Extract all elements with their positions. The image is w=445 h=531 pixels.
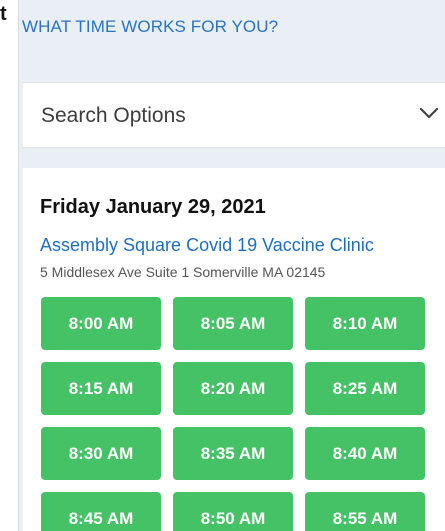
time-slot-button[interactable]: 8:05 AM: [173, 297, 293, 350]
time-slot-button[interactable]: 8:15 AM: [41, 362, 161, 415]
page: t WHAT TIME WORKS FOR YOU? Search Option…: [0, 0, 445, 531]
date-heading: Friday January 29, 2021: [40, 196, 266, 218]
time-slot-button[interactable]: 8:20 AM: [173, 362, 293, 415]
time-slot-button[interactable]: 8:35 AM: [173, 427, 293, 480]
time-slot-button[interactable]: 8:55 AM: [305, 492, 425, 531]
time-slot-grid: 8:00 AM 8:05 AM 8:10 AM 8:15 AM 8:20 AM …: [41, 297, 425, 531]
chevron-down-icon: [419, 107, 439, 119]
section-header: WHAT TIME WORKS FOR YOU?: [22, 17, 279, 36]
time-slot-button[interactable]: 8:40 AM: [305, 427, 425, 480]
availability-card: Friday January 29, 2021 Assembly Square …: [23, 168, 445, 531]
time-slot-button[interactable]: 8:25 AM: [305, 362, 425, 415]
time-slot-button[interactable]: 8:45 AM: [41, 492, 161, 531]
edge-text-fragment: t: [0, 3, 7, 25]
time-slot-button[interactable]: 8:00 AM: [41, 297, 161, 350]
time-slot-button[interactable]: 8:30 AM: [41, 427, 161, 480]
clinic-name-link[interactable]: Assembly Square Covid 19 Vaccine Clinic: [40, 235, 374, 256]
appointment-panel: WHAT TIME WORKS FOR YOU? Search Options …: [18, 0, 445, 531]
time-slot-button[interactable]: 8:50 AM: [173, 492, 293, 531]
search-options-label: Search Options: [41, 104, 186, 127]
search-options-dropdown[interactable]: Search Options: [23, 82, 445, 148]
clinic-address: 5 Middlesex Ave Suite 1 Somerville MA 02…: [40, 264, 326, 280]
time-slot-button[interactable]: 8:10 AM: [305, 297, 425, 350]
